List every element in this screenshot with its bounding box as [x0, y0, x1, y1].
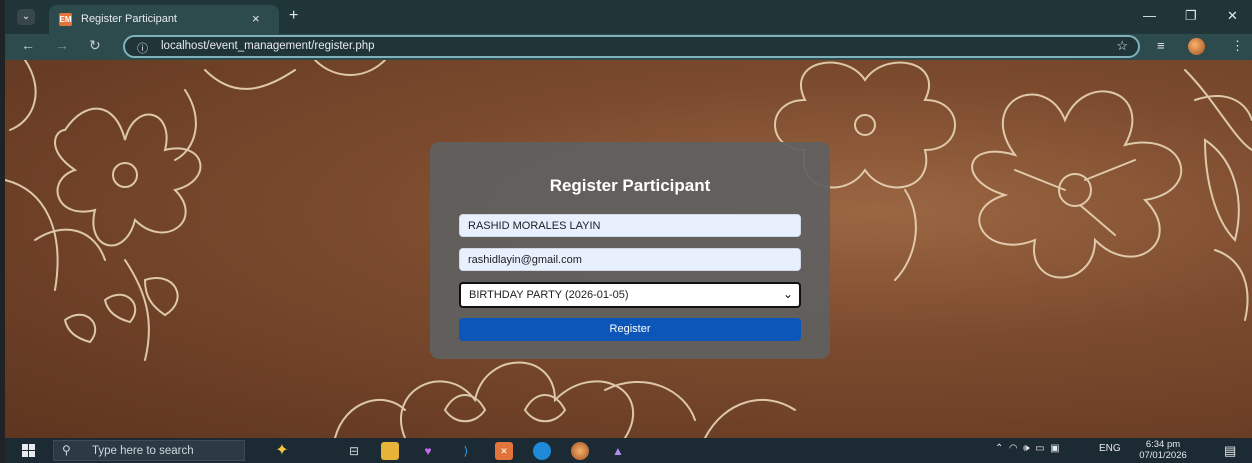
profile-avatar-icon[interactable] — [1188, 38, 1205, 55]
browser-window: ⌄ EM Register Participant × + — ❐ ✕ ← → … — [5, 0, 1252, 463]
form-title: Register Participant — [549, 176, 711, 195]
chrome-icon[interactable] — [571, 442, 589, 460]
register-card: Register Participant RASHID MORALES LAYI… — [430, 142, 830, 359]
register-button[interactable]: Register — [459, 318, 801, 341]
tab-title: Register Participant — [81, 13, 177, 25]
windows-taskbar: ⚲ Type here to search ✦ ⊟ ♥ ⟩ ✕ ▲ ⌃ ◠ 🕪 … — [5, 438, 1252, 463]
vscode-icon[interactable]: ⟩ — [457, 442, 475, 460]
restore-icon[interactable]: ❐ — [1185, 8, 1197, 24]
tab-strip: ⌄ EM Register Participant × + — ❐ ✕ — [5, 0, 1252, 34]
windows-start-icon[interactable] — [22, 444, 35, 457]
taskbar-search[interactable]: ⚲ Type here to search — [53, 440, 245, 461]
chevron-down-icon: ⌄ — [782, 287, 793, 301]
site-info-icon[interactable]: ⓘ — [137, 40, 148, 56]
xampp-icon[interactable]: ✕ — [495, 442, 513, 460]
new-tab-icon[interactable]: + — [289, 7, 298, 25]
page-viewport: Register Participant RASHID MORALES LAYI… — [5, 60, 1252, 438]
clock-date: 07/01/2026 — [1139, 450, 1187, 461]
more-menu-icon[interactable]: ⋮ — [1231, 38, 1244, 54]
photos-icon[interactable]: ▲ — [609, 442, 627, 460]
language-indicator[interactable]: ENG — [1099, 443, 1121, 454]
tray-icons[interactable]: ⌃ ◠ 🕪 ▭ ▣ — [995, 443, 1060, 454]
notification-icon[interactable]: ▤ — [1224, 443, 1236, 459]
back-icon[interactable]: ← — [21, 37, 35, 53]
media-control-icon[interactable]: ≡ — [1157, 38, 1165, 53]
tab-search-icon[interactable]: ⌄ — [17, 9, 35, 25]
edge-icon[interactable] — [533, 442, 551, 460]
email-input[interactable]: rashidlayin@gmail.com — [459, 248, 801, 271]
tab-register-participant[interactable]: EM Register Participant × — [49, 5, 279, 34]
browser-toolbar: ← → ↻ ⓘ localhost/event_management/regis… — [5, 34, 1252, 60]
close-window-icon[interactable]: ✕ — [1227, 8, 1238, 24]
name-input[interactable]: RASHID MORALES LAYIN — [459, 214, 801, 237]
event-select-value: BIRTHDAY PARTY (2026-01-05) — [469, 289, 629, 301]
url-text: localhost/event_management/register.php — [161, 40, 375, 52]
task-view-icon[interactable]: ⊟ — [345, 442, 363, 460]
address-bar[interactable]: ⓘ localhost/event_management/register.ph… — [123, 35, 1140, 58]
reload-icon[interactable]: ↻ — [89, 37, 101, 54]
clock-time: 6:34 pm — [1145, 439, 1181, 450]
heart-app-icon[interactable]: ♥ — [419, 442, 437, 460]
bookmark-star-icon[interactable]: ☆ — [1116, 38, 1128, 54]
copilot-sparkle-icon[interactable]: ✦ — [273, 442, 291, 460]
favicon-icon: EM — [59, 13, 72, 26]
file-explorer-icon[interactable] — [381, 442, 399, 460]
event-select[interactable]: BIRTHDAY PARTY (2026-01-05) ⌄ — [459, 282, 801, 308]
taskbar-clock[interactable]: 6:34 pm 07/01/2026 — [1133, 439, 1193, 461]
taskbar-search-placeholder: Type here to search — [92, 445, 194, 457]
forward-icon[interactable]: → — [55, 37, 69, 53]
minimize-icon[interactable]: — — [1143, 8, 1156, 23]
tab-close-icon[interactable]: × — [252, 11, 260, 26]
search-icon: ⚲ — [62, 443, 71, 457]
